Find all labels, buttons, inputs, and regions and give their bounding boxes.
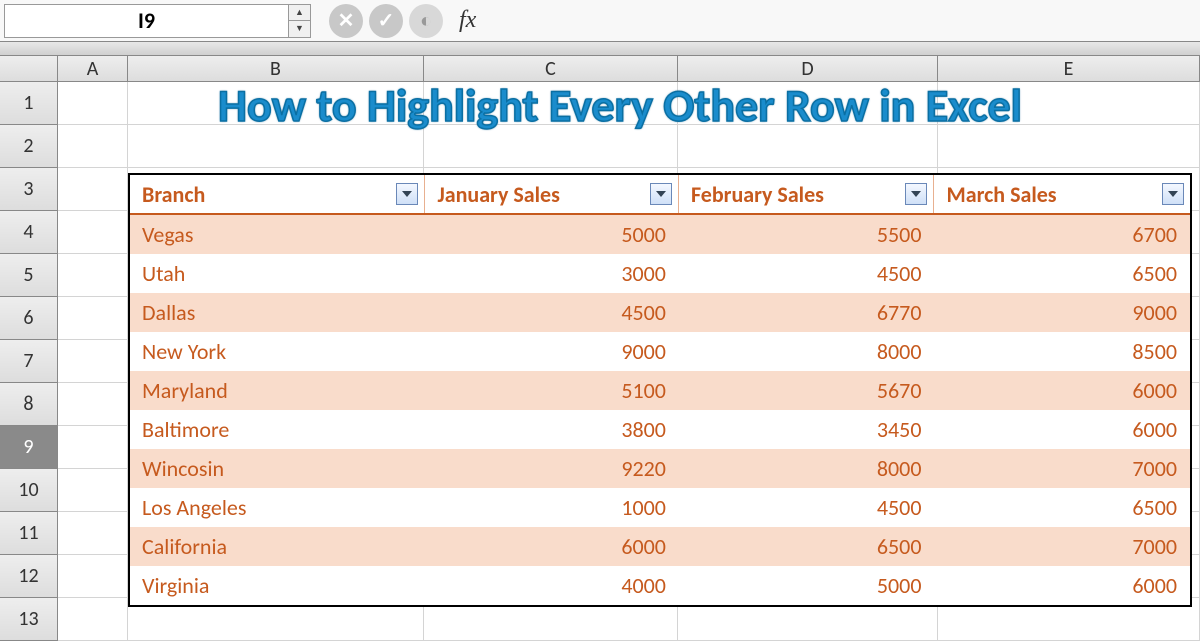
- cell-january[interactable]: 5100: [425, 371, 679, 410]
- table-row: California600065007000: [130, 527, 1190, 566]
- row-header-13[interactable]: 13: [0, 598, 58, 641]
- cell-branch[interactable]: Los Angeles: [130, 488, 425, 527]
- table-row: New York900080008500: [130, 332, 1190, 371]
- data-table: Branch January Sales February Sales Marc…: [128, 173, 1192, 607]
- name-box[interactable]: I9: [4, 4, 289, 38]
- cell-branch[interactable]: Dallas: [130, 293, 425, 332]
- header-label: March Sales: [946, 181, 1056, 208]
- cell-february[interactable]: 8000: [679, 332, 935, 371]
- cell-branch[interactable]: New York: [130, 332, 425, 371]
- cancel-icon[interactable]: ✕: [329, 4, 363, 38]
- header-label: Branch: [142, 181, 205, 208]
- header-label: January Sales: [437, 181, 559, 208]
- cell-february[interactable]: 5670: [679, 371, 935, 410]
- row-header-11[interactable]: 11: [0, 512, 58, 555]
- table-header-row: Branch January Sales February Sales Marc…: [130, 175, 1190, 215]
- cell-march[interactable]: 7000: [934, 527, 1190, 566]
- formula-bar-icons: ✕ ✓ ◐ fx: [329, 4, 476, 38]
- cell-february[interactable]: 8000: [679, 449, 935, 488]
- cell-march[interactable]: 6500: [934, 488, 1190, 527]
- cell-february[interactable]: 5500: [679, 215, 935, 254]
- row-header-4[interactable]: 4: [0, 211, 58, 254]
- row-header-7[interactable]: 7: [0, 340, 58, 383]
- header-label: February Sales: [691, 181, 824, 208]
- table-row: Virginia400050006000: [130, 566, 1190, 605]
- smart-icon[interactable]: ◐: [409, 4, 443, 38]
- chevron-down-icon[interactable]: ▼: [289, 21, 310, 37]
- cell-january[interactable]: 1000: [425, 488, 679, 527]
- cell-branch[interactable]: Baltimore: [130, 410, 425, 449]
- cell-branch[interactable]: Virginia: [130, 566, 425, 605]
- cell-january[interactable]: 9000: [425, 332, 679, 371]
- cell[interactable]: [58, 383, 128, 426]
- cell-march[interactable]: 7000: [934, 449, 1190, 488]
- table-row: Utah300045006500: [130, 254, 1190, 293]
- table-header-january[interactable]: January Sales: [425, 175, 679, 213]
- fx-label[interactable]: fx: [459, 7, 476, 34]
- table-header-february[interactable]: February Sales: [679, 175, 935, 213]
- formula-bar: I9 ▲ ▼ ✕ ✓ ◐ fx: [0, 0, 1200, 42]
- row-header-9[interactable]: 9: [0, 426, 58, 469]
- cell[interactable]: [58, 512, 128, 555]
- confirm-icon[interactable]: ✓: [369, 4, 403, 38]
- cell-january[interactable]: 3800: [425, 410, 679, 449]
- cell-march[interactable]: 8500: [934, 332, 1190, 371]
- filter-dropdown-icon[interactable]: [650, 183, 672, 205]
- table-header-march[interactable]: March Sales: [934, 175, 1190, 213]
- cell-january[interactable]: 4500: [425, 293, 679, 332]
- cell-february[interactable]: 5000: [679, 566, 935, 605]
- cell-february[interactable]: 4500: [679, 254, 935, 293]
- cell[interactable]: [58, 254, 128, 297]
- filter-dropdown-icon[interactable]: [396, 183, 418, 205]
- name-box-stepper[interactable]: ▲ ▼: [289, 4, 311, 38]
- select-all-bar[interactable]: [0, 42, 1200, 56]
- cell-branch[interactable]: Maryland: [130, 371, 425, 410]
- cell-february[interactable]: 4500: [679, 488, 935, 527]
- cell-january[interactable]: 3000: [425, 254, 679, 293]
- cell[interactable]: [58, 555, 128, 598]
- cell-march[interactable]: 9000: [934, 293, 1190, 332]
- table-row: Los Angeles100045006500: [130, 488, 1190, 527]
- cell-march[interactable]: 6700: [934, 215, 1190, 254]
- cell-january[interactable]: 4000: [425, 566, 679, 605]
- cell-february[interactable]: 6500: [679, 527, 935, 566]
- cell-february[interactable]: 6770: [679, 293, 935, 332]
- table-row: Vegas500055006700: [130, 215, 1190, 254]
- cell-january[interactable]: 9220: [425, 449, 679, 488]
- filter-dropdown-icon[interactable]: [905, 183, 927, 205]
- table-row: Wincosin922080007000: [130, 449, 1190, 488]
- row-header-8[interactable]: 8: [0, 383, 58, 426]
- filter-dropdown-icon[interactable]: [1162, 183, 1184, 205]
- table-row: Baltimore380034506000: [130, 410, 1190, 449]
- cell[interactable]: [58, 469, 128, 512]
- cell-branch[interactable]: Utah: [130, 254, 425, 293]
- cell-branch[interactable]: Wincosin: [130, 449, 425, 488]
- cell-march[interactable]: 6000: [934, 371, 1190, 410]
- cell-january[interactable]: 5000: [425, 215, 679, 254]
- table-row: Maryland510056706000: [130, 371, 1190, 410]
- row-header-3[interactable]: 3: [0, 168, 58, 211]
- row-header-6[interactable]: 6: [0, 297, 58, 340]
- chevron-up-icon[interactable]: ▲: [289, 5, 310, 22]
- cell[interactable]: [58, 340, 128, 383]
- row-header-10[interactable]: 10: [0, 469, 58, 512]
- cell[interactable]: [58, 426, 128, 469]
- row-header-12[interactable]: 12: [0, 555, 58, 598]
- cell-january[interactable]: 6000: [425, 527, 679, 566]
- row-header-5[interactable]: 5: [0, 254, 58, 297]
- table-row: Dallas450067709000: [130, 293, 1190, 332]
- cell[interactable]: [58, 598, 128, 641]
- cell[interactable]: [58, 168, 128, 211]
- cell[interactable]: [58, 211, 128, 254]
- cell-branch[interactable]: California: [130, 527, 425, 566]
- table-header-branch[interactable]: Branch: [130, 175, 425, 213]
- cell-february[interactable]: 3450: [679, 410, 935, 449]
- cell-march[interactable]: 6500: [934, 254, 1190, 293]
- cell-march[interactable]: 6000: [934, 410, 1190, 449]
- cell[interactable]: [58, 297, 128, 340]
- cell-march[interactable]: 6000: [934, 566, 1190, 605]
- cell-branch[interactable]: Vegas: [130, 215, 425, 254]
- page-title: How to Highlight Every Other Row in Exce…: [50, 78, 1190, 134]
